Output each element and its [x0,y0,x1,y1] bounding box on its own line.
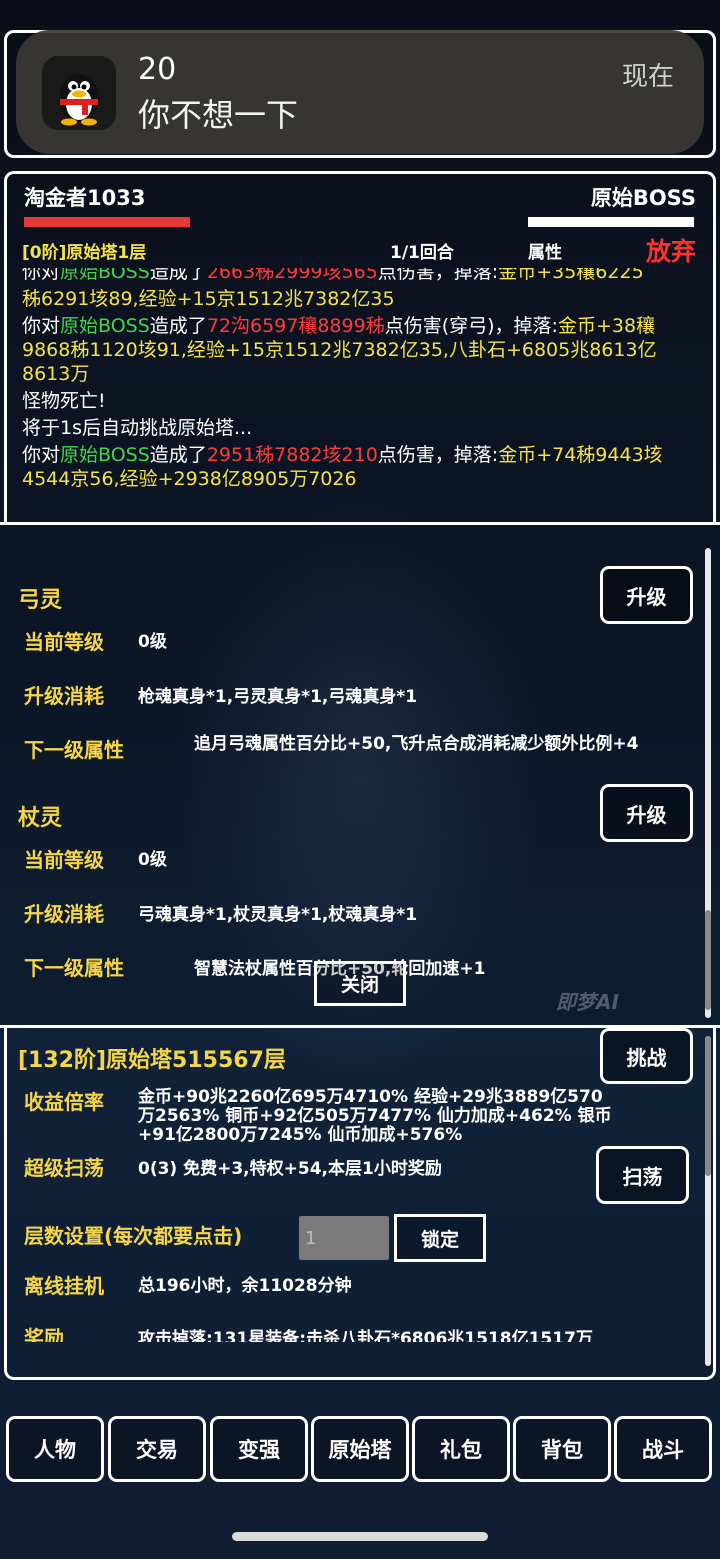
income-value: 金币+90兆2260亿695万4710% 经验+29兆3889亿570万2563… [138,1087,612,1145]
bow-cost-value: 枪魂真身*1,弓灵真身*1,弓魂真身*1 [138,687,418,707]
bow-next-value: 追月弓魂属性百分比+50,飞升点合成消耗减少额外比例+4 [194,734,639,754]
home-indicator[interactable] [232,1532,488,1541]
reward-label: 奖励 [24,1326,64,1342]
lock-button[interactable]: 锁定 [394,1214,486,1262]
player-hp-bar [24,217,190,227]
bow-next-label: 下一级属性 [24,738,124,762]
nav-battle[interactable]: 战斗 [614,1416,712,1482]
boss-name: 原始BOSS [590,186,696,210]
income-label: 收益倍率 [24,1090,104,1114]
nav-character[interactable]: 人物 [6,1416,104,1482]
notification-body: 你不想一下 [138,96,299,134]
battle-log-line: 秭6291垓89,经验+15京1512兆7382亿35 [22,288,395,310]
upgrade-scrollbar-thumb[interactable] [705,910,711,1010]
nav-tower[interactable]: 原始塔 [311,1416,409,1482]
upgrade-bow-button[interactable]: 升级 [600,566,693,624]
notification-banner[interactable]: 20 你不想一下 现在 [16,30,704,154]
staff-next-value: 智慧法杖属性百分比+50,轮回加速+1 [194,959,486,979]
nav-strengthen[interactable]: 变强 [210,1416,308,1482]
reward-row: 奖励 攻击掉落:131星装备:击杀八卦石*6806兆1518亿1517万 [20,1320,700,1342]
nav-trade[interactable]: 交易 [108,1416,206,1482]
battle-log-line: 你对原始BOSS造成了72沟6597穰8899秭点伤害(穿弓)，掉落:金币+38… [22,315,657,385]
staff-cost-label: 升级消耗 [24,902,104,926]
offline-value: 总196小时，余11028分钟 [138,1276,352,1296]
battle-log-line: 怪物死亡! [22,390,106,412]
watermark: 即梦AI [556,990,619,1014]
notification-title: 20 [138,52,177,87]
bow-level-label: 当前等级 [24,630,104,654]
battle-log-line: 你对原始BOSS造成了2951秭7882垓210点伤害，掉落:金币+74秭944… [22,444,663,490]
floor-input[interactable]: 1 [299,1216,389,1260]
battle-log-line: 将于1s后自动挑战原始塔... [22,417,253,439]
battle-log-line: 你对原始BOSS造成了2663秭2999垓565点伤害，掉落:金币+35穰622… [22,268,644,283]
sweep-label: 超级扫荡 [24,1156,104,1180]
sweep-button[interactable]: 扫荡 [596,1146,689,1204]
attributes-button[interactable]: 属性 [528,238,562,263]
staff-cost-value: 弓魂真身*1,杖灵真身*1,杖魂真身*1 [138,905,418,925]
bow-cost-label: 升级消耗 [24,684,104,708]
floor-setting-label: 层数设置(每次都要点击) [24,1224,243,1248]
nav-bag[interactable]: 背包 [513,1416,611,1482]
staff-level-value: 0级 [138,850,167,870]
upgrade-staff-button[interactable]: 升级 [600,784,693,842]
tower-title: [132阶]原始塔515567层 [18,1048,286,1073]
offline-label: 离线挂机 [24,1274,104,1298]
battle-log: 你对原始BOSS造成了2663秭2999垓565点伤害，掉落:金币+35穰622… [22,268,682,516]
round-counter: 1/1回合 [390,243,454,263]
staff-next-label: 下一级属性 [24,956,124,980]
battle-tower-tag: [0阶]原始塔1层 [22,243,147,263]
close-button[interactable]: 关闭 [314,961,406,1006]
qq-penguin-icon [42,56,116,130]
sweep-value: 0(3) 免费+3,特权+54,本层1小时奖励 [138,1159,442,1179]
notification-time: 现在 [621,62,674,92]
upgrade-title-staff: 杖灵 [18,806,63,831]
tower-scrollbar-thumb[interactable] [705,1036,711,1176]
challenge-button[interactable]: 挑战 [600,1028,693,1084]
bow-level-value: 0级 [138,632,167,652]
give-up-button[interactable]: 放弃 [646,232,696,268]
reward-value: 攻击掉落:131星装备:击杀八卦石*6806兆1518亿1517万 [138,1329,593,1342]
staff-level-label: 当前等级 [24,848,104,872]
upgrade-title-bow: 弓灵 [18,588,63,613]
player-name: 淘金者1033 [24,186,146,210]
boss-hp-bar [528,217,694,227]
nav-gift[interactable]: 礼包 [412,1416,510,1482]
